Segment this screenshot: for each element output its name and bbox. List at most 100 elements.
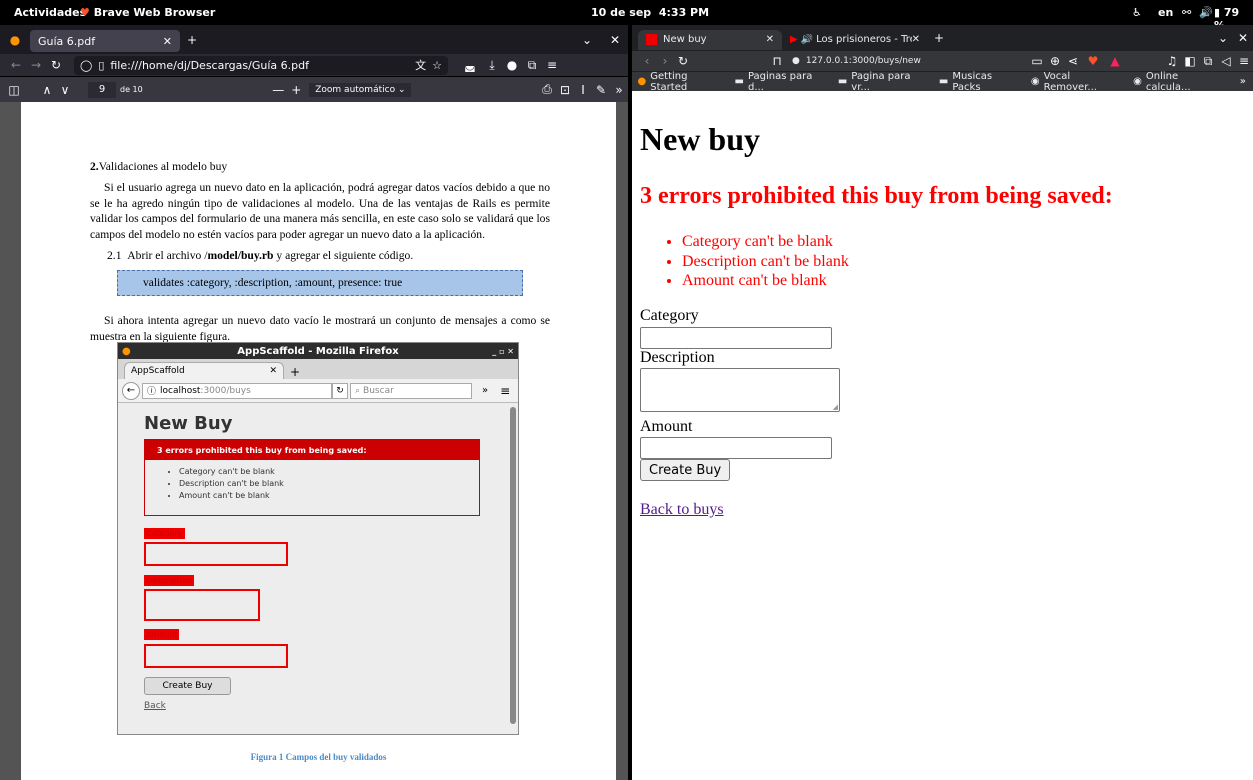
- brave-nav-bar: ‹ › ↻ ⊓ ● 127.0.0.1:3000/buys/new ▭ ⊕ ⋖ ♥…: [632, 51, 1253, 71]
- tab-youtube[interactable]: ▶🔊Los prisioneros - Tren al s ✕: [782, 30, 928, 50]
- network-icon[interactable]: ⚯: [1182, 6, 1191, 19]
- firefox-icon: ●: [9, 32, 21, 47]
- zoom-out-icon[interactable]: —: [269, 83, 287, 97]
- volume-icon[interactable]: 🔊: [1199, 6, 1213, 19]
- draw-tool-icon[interactable]: ✎: [592, 83, 610, 97]
- amount-label: Amount: [640, 418, 693, 435]
- extensions-icon[interactable]: ⧉: [1199, 54, 1217, 69]
- more-tools-icon[interactable]: »: [610, 83, 628, 97]
- address-bar[interactable]: ◯ ▯ file:///home/dj/Descargas/Guía 6.pdf…: [74, 55, 448, 75]
- forward-icon[interactable]: →: [26, 58, 46, 72]
- fig-titlebar: ● AppScaffold - Mozilla Firefox _ ▫ ✕: [118, 343, 518, 359]
- bookmarks-overflow-icon[interactable]: »: [1233, 76, 1253, 87]
- fig-category-input: [144, 542, 288, 566]
- pocket-icon[interactable]: ◛: [458, 58, 482, 72]
- error-header: 3 errors prohibited this buy from being …: [640, 183, 1113, 209]
- bookmark-icon[interactable]: ⊓: [762, 54, 792, 68]
- activities-button[interactable]: Actividades: [14, 6, 86, 19]
- fig-reload-icon: ↻: [332, 382, 348, 399]
- translate-icon[interactable]: 文: [415, 57, 426, 73]
- wallet-icon[interactable]: ◁: [1217, 54, 1235, 68]
- tab-new-buy[interactable]: New buy ✕: [638, 29, 782, 50]
- menu-icon[interactable]: ≡: [542, 58, 562, 72]
- accessibility-icon[interactable]: ♿: [1132, 6, 1142, 19]
- bookmark-online-calcula[interactable]: ◉ Online calcula...: [1133, 71, 1219, 93]
- clock[interactable]: 10 de sep 4:33 PM: [591, 6, 709, 19]
- fig-new-tab-icon: +: [290, 365, 301, 379]
- page-title: New buy: [640, 121, 761, 157]
- address-bar[interactable]: ● 127.0.0.1:3000/buys/new: [792, 52, 972, 70]
- globe-icon: ◉: [1133, 76, 1142, 87]
- fig-menu-icon: ≡: [500, 383, 511, 398]
- brave-shields-icon[interactable]: ♥: [1082, 54, 1104, 68]
- bookmark-vocal-remover[interactable]: ◉ Vocal Remover...: [1031, 71, 1119, 93]
- new-tab-icon[interactable]: +: [928, 31, 950, 45]
- error-item: Amount can't be blank: [682, 271, 849, 291]
- category-input[interactable]: [640, 327, 832, 349]
- menu-icon[interactable]: ≡: [1235, 54, 1253, 68]
- extension-icon[interactable]: ●: [502, 58, 522, 72]
- fig-back-link: Back: [144, 701, 166, 711]
- site-info-icon[interactable]: ●: [792, 56, 800, 66]
- tab-guia-pdf[interactable]: Guía 6.pdf ✕: [30, 30, 180, 52]
- page-number-input[interactable]: 9: [88, 81, 116, 98]
- bookmark-star-icon[interactable]: ☆: [432, 59, 442, 72]
- zoom-icon[interactable]: ⊕: [1046, 54, 1064, 68]
- sidebar-icon[interactable]: ◧: [1181, 54, 1199, 68]
- share-icon[interactable]: ⋖: [1064, 54, 1082, 68]
- back-to-buys-link[interactable]: Back to buys: [640, 501, 724, 519]
- folder-icon: ▬: [837, 76, 848, 87]
- zoom-select[interactable]: Zoom automático ⌄: [309, 82, 412, 97]
- bookmark-folder-paginas[interactable]: ▬ Paginas para d...: [735, 71, 824, 93]
- forward-icon[interactable]: ›: [656, 54, 674, 68]
- folder-icon: ▬: [938, 76, 949, 87]
- reload-icon[interactable]: ↻: [46, 58, 66, 72]
- create-buy-button[interactable]: Create Buy: [640, 459, 731, 481]
- bookmark-folder-pagina-vr[interactable]: ▬ Pagina para vr...: [838, 71, 925, 93]
- prev-page-icon[interactable]: ∧: [38, 83, 56, 97]
- media-icon[interactable]: ♫: [1163, 54, 1181, 68]
- next-page-icon[interactable]: ∨: [56, 83, 74, 97]
- system-top-bar: Actividades ♥ Brave Web Browser 10 de se…: [0, 0, 1253, 32]
- print-icon[interactable]: ⎙: [538, 82, 556, 97]
- close-window-icon[interactable]: ✕: [1233, 31, 1253, 45]
- web-page: New buy 3 errors prohibited this buy fro…: [632, 91, 1253, 780]
- tab-search-icon[interactable]: ⌄: [1213, 31, 1233, 45]
- reload-icon[interactable]: ↻: [674, 54, 692, 68]
- description-textarea[interactable]: ◢: [640, 368, 840, 412]
- fig-error-box: 3 errors prohibited this buy from being …: [144, 439, 480, 516]
- resize-handle-icon[interactable]: ◢: [833, 403, 838, 411]
- fig-nav-bar: ← ⓘ localhost:3000/buys ↻ ⌕ Buscar » ≡: [118, 379, 518, 403]
- youtube-favicon-icon: ▶: [790, 34, 798, 45]
- folder-icon: ▬: [734, 76, 744, 87]
- extensions-puzzle-icon[interactable]: ⧉: [522, 58, 542, 73]
- app-menu[interactable]: ♥ Brave Web Browser: [80, 6, 215, 19]
- close-tab-icon[interactable]: ✕: [766, 34, 774, 45]
- zoom-in-icon[interactable]: +: [287, 83, 305, 97]
- fig-scrollbar: [510, 407, 516, 724]
- text-tool-icon[interactable]: I: [574, 83, 592, 97]
- audio-playing-icon: 🔊: [800, 34, 814, 45]
- downloads-icon[interactable]: ⤓: [482, 58, 502, 73]
- bookmark-getting-started[interactable]: ● Getting Started: [638, 71, 721, 93]
- back-icon[interactable]: ‹: [638, 54, 656, 68]
- pdf-viewer[interactable]: 2.Validaciones al modelo buy Si el usuar…: [0, 102, 628, 780]
- list-tabs-icon[interactable]: ⌄: [572, 33, 602, 47]
- close-tab-icon[interactable]: ✕: [912, 34, 920, 45]
- fig-create-button: Create Buy: [144, 677, 231, 695]
- fig-amount-label: Amount: [144, 629, 180, 640]
- fig-category-label: Category: [144, 528, 185, 539]
- bookmark-folder-musicas[interactable]: ▬ Musicas Packs: [939, 71, 1017, 93]
- close-tab-icon[interactable]: ✕: [163, 35, 172, 48]
- sidebar-toggle-icon[interactable]: ◫: [0, 83, 28, 97]
- firefox-window: ● Guía 6.pdf ✕ + ⌄ ✕ ← → ↻ ◯ ▯ file:///h…: [0, 25, 628, 780]
- brave-rewards-icon[interactable]: ▲: [1104, 54, 1126, 68]
- language-indicator[interactable]: en: [1158, 6, 1173, 19]
- save-icon[interactable]: ⊡: [556, 83, 574, 97]
- close-window-icon[interactable]: ✕: [602, 33, 628, 47]
- globe-icon: ◉: [1030, 76, 1040, 87]
- back-icon[interactable]: ←: [6, 58, 26, 72]
- cast-icon[interactable]: ▭: [1028, 54, 1046, 68]
- new-tab-icon[interactable]: +: [180, 33, 204, 47]
- amount-input[interactable]: [640, 437, 832, 459]
